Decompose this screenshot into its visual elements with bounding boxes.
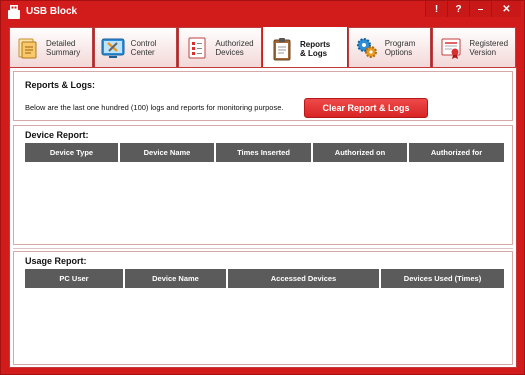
- reports-logs-panel: Reports & Logs: Below are the last one h…: [13, 71, 513, 121]
- column-header[interactable]: Times Inserted: [216, 143, 313, 162]
- pin-button[interactable]: !: [425, 1, 447, 17]
- tab-program-options[interactable]: Program Options: [347, 27, 432, 67]
- window-controls: ! ? – ✕: [425, 1, 521, 17]
- window-title: USB Block: [26, 6, 78, 17]
- column-header[interactable]: Devices Used (Times): [381, 269, 504, 288]
- usb-icon: [8, 5, 20, 19]
- column-header[interactable]: Authorized for: [409, 143, 504, 162]
- summary-icon: [18, 38, 37, 58]
- tab-control-center[interactable]: Control Center: [93, 27, 178, 67]
- tab-bar: Detailed Summary Control Center Authoriz…: [9, 27, 517, 69]
- device-report-header: Device Type Device Name Times Inserted A…: [25, 143, 504, 162]
- tab-reports-logs[interactable]: Reports & Logs: [263, 27, 347, 69]
- column-header[interactable]: Device Name: [120, 143, 216, 162]
- checklist-icon: [188, 37, 206, 58]
- app-window: USB Block ! ? – ✕ Detailed Summary Contr…: [0, 0, 525, 375]
- clipboard-icon: [273, 37, 291, 60]
- tab-detailed-summary[interactable]: Detailed Summary: [9, 27, 93, 67]
- column-header[interactable]: PC User: [25, 269, 125, 288]
- device-report-panel: Device Report: Device Type Device Name T…: [13, 125, 513, 245]
- tab-label: Authorized Devices: [215, 38, 254, 57]
- reports-content: Reports & Logs: Below are the last one h…: [9, 67, 517, 368]
- usage-report-header: PC User Device Name Accessed Devices Dev…: [25, 269, 504, 288]
- section-divider: [13, 248, 513, 249]
- certificate-icon: [441, 38, 461, 59]
- tab-label: Control Center: [130, 38, 157, 57]
- reports-description: Below are the last one hundred (100) log…: [25, 103, 284, 112]
- tab-label: Reports & Logs: [300, 39, 331, 58]
- section-title: Device Report:: [25, 130, 89, 140]
- tools-icon: [101, 38, 125, 58]
- help-button[interactable]: ?: [447, 1, 469, 17]
- minimize-button[interactable]: –: [469, 1, 491, 17]
- column-header[interactable]: Authorized on: [313, 143, 409, 162]
- title-bar[interactable]: USB Block ! ? – ✕: [1, 1, 524, 23]
- tab-label: Registered Version: [469, 38, 509, 57]
- close-button[interactable]: ✕: [491, 1, 521, 17]
- tab-label: Detailed Summary: [46, 38, 81, 57]
- section-title: Reports & Logs:: [25, 80, 96, 90]
- tab-authorized-devices[interactable]: Authorized Devices: [178, 27, 263, 67]
- column-header[interactable]: Accessed Devices: [228, 269, 381, 288]
- tab-label: Program Options: [384, 38, 416, 57]
- column-header[interactable]: Device Name: [125, 269, 228, 288]
- clear-report-logs-button[interactable]: Clear Report & Logs: [304, 98, 428, 118]
- gears-icon: [356, 37, 377, 58]
- usage-report-panel: Usage Report: PC User Device Name Access…: [13, 251, 513, 365]
- section-title: Usage Report:: [25, 256, 87, 266]
- tab-registered-version[interactable]: Registered Version: [432, 27, 517, 67]
- column-header[interactable]: Device Type: [25, 143, 120, 162]
